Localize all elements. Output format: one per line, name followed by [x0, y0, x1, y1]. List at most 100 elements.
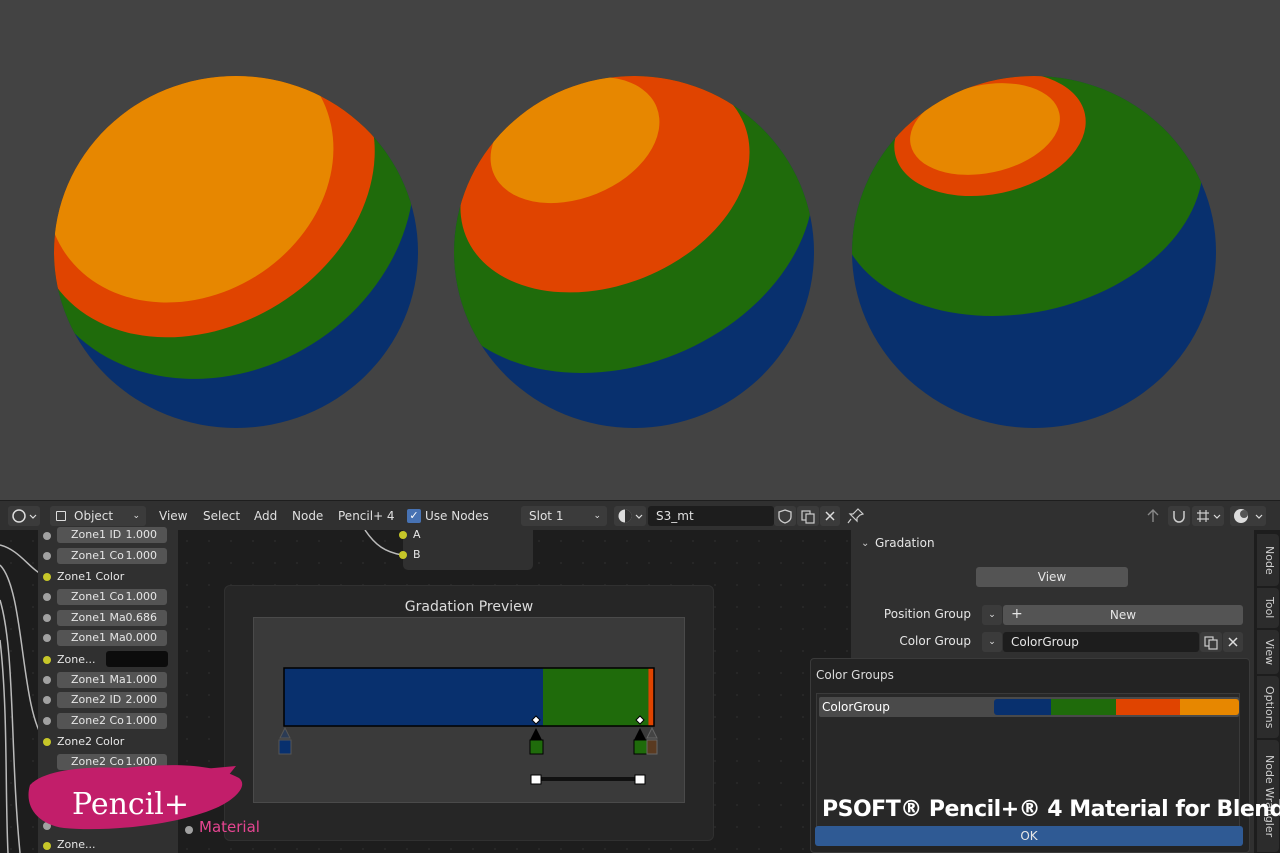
- gradation-panel-title[interactable]: Gradation: [875, 536, 935, 550]
- input-socket[interactable]: [43, 552, 51, 560]
- ramp-band-2: [648, 668, 654, 726]
- field-label: Zone1 Ma: [71, 673, 126, 686]
- use-nodes-checkbox[interactable]: ✓: [407, 509, 421, 523]
- swatch-orange: [1179, 699, 1239, 715]
- field-value: 2.000: [125, 693, 158, 706]
- position-group-new-button[interactable]: + New: [1003, 605, 1243, 625]
- view-button[interactable]: View: [976, 567, 1128, 587]
- position-group-browse[interactable]: ⌄: [982, 605, 1002, 625]
- magnet-icon: [1173, 511, 1185, 523]
- zone1-id-field[interactable]: Zone1 ID 1.000: [57, 527, 167, 543]
- color-group-item[interactable]: ColorGroup: [819, 697, 1239, 717]
- sphere-1: [54, 76, 418, 428]
- grid-icon: [1197, 510, 1221, 522]
- close-icon: [825, 511, 835, 521]
- material-sphere-icon: [618, 509, 643, 523]
- menu-select[interactable]: Select: [203, 508, 240, 524]
- input-b-label: B: [413, 548, 421, 561]
- input-socket[interactable]: [43, 614, 51, 622]
- color-socket[interactable]: [43, 573, 51, 581]
- copy-icon: [1204, 636, 1218, 650]
- input-a-label: A: [413, 528, 421, 541]
- zone1-ma-field[interactable]: Zone1 Ma 1.000: [57, 672, 167, 688]
- color-group-browse[interactable]: ⌄: [982, 632, 1002, 652]
- snap-mode-select[interactable]: [1192, 506, 1224, 526]
- mix-node[interactable]: [403, 528, 533, 570]
- field-value: 1.000: [125, 714, 158, 727]
- gradation-preview-title: Gradation Preview: [404, 599, 534, 615]
- editor-type-icon: [12, 509, 37, 523]
- snap-toggle[interactable]: [1168, 506, 1190, 526]
- material-browse-button[interactable]: [614, 506, 646, 526]
- zone2-id-field[interactable]: Zone2 ID 2.000: [57, 692, 167, 708]
- swatch-green: [1051, 699, 1116, 715]
- unlink-button[interactable]: [820, 506, 840, 526]
- pin-icon[interactable]: [846, 507, 866, 525]
- close-icon: [1228, 637, 1238, 647]
- ramp-stop-1[interactable]: [278, 726, 292, 755]
- field-value: 1.000: [125, 673, 158, 686]
- slot-select[interactable]: Slot 1 ⌄: [521, 506, 607, 526]
- input-socket[interactable]: [43, 634, 51, 642]
- range-slider[interactable]: [530, 774, 646, 785]
- tab-node[interactable]: Node: [1257, 534, 1279, 586]
- color-group-copy-button[interactable]: [1200, 632, 1222, 652]
- zone1-co-field[interactable]: Zone1 Co 1.000: [57, 589, 167, 605]
- input-socket[interactable]: [43, 676, 51, 684]
- input-socket[interactable]: [43, 593, 51, 601]
- parent-node-tree-button[interactable]: [1142, 506, 1164, 526]
- color-socket[interactable]: [43, 842, 51, 850]
- input-socket[interactable]: [43, 717, 51, 725]
- tab-node-wrangler[interactable]: Node Wrangler: [1257, 740, 1279, 852]
- tab-view[interactable]: View: [1257, 630, 1279, 674]
- overlay-toggle[interactable]: [1230, 506, 1266, 526]
- chevron-down-icon: ⌄: [988, 637, 996, 647]
- field-value: 1.000: [125, 549, 158, 562]
- ok-button[interactable]: OK: [815, 826, 1243, 846]
- input-socket[interactable]: [43, 696, 51, 704]
- field-value: 1.000: [125, 528, 158, 541]
- zone1-co-field[interactable]: Zone1 Co 1.000: [57, 548, 167, 564]
- input-socket-b[interactable]: [399, 551, 407, 559]
- gradation-ramp[interactable]: [270, 660, 670, 800]
- color-socket[interactable]: [43, 656, 51, 664]
- swatch-blue: [994, 699, 1052, 715]
- color-group-field[interactable]: ColorGroup: [1003, 632, 1199, 652]
- copy-icon: [801, 510, 815, 524]
- chevron-down-icon: ⌄: [988, 610, 996, 620]
- input-socket-a[interactable]: [399, 531, 407, 539]
- swatch-red: [1115, 699, 1180, 715]
- field-value: 1.000: [125, 590, 158, 603]
- mode-label: Object: [74, 509, 114, 523]
- zone2-co-field[interactable]: Zone2 Co 1.000: [57, 713, 167, 729]
- collapse-icon[interactable]: ⌄: [861, 538, 869, 549]
- zone1-ma-field[interactable]: Zone1 Ma 0.686: [57, 610, 167, 626]
- zone1-ma-field[interactable]: Zone1 Ma 0.000: [57, 630, 167, 646]
- watermark-text: PSOFT® Pencil+® 4 Material for Blender: [822, 797, 1280, 822]
- sphere-2: [454, 76, 814, 428]
- color-group-value: ColorGroup: [1011, 635, 1079, 649]
- menu-pencil[interactable]: Pencil+ 4: [338, 508, 395, 524]
- fake-user-button[interactable]: [774, 506, 796, 526]
- zone1-color-label: Zone1 Color: [57, 570, 125, 583]
- field-label: Zone1 ID: [71, 528, 122, 541]
- zone-color-label: Zone...: [57, 653, 96, 666]
- menu-node[interactable]: Node: [292, 508, 323, 524]
- menu-add[interactable]: Add: [254, 508, 277, 524]
- color-socket[interactable]: [43, 738, 51, 746]
- editor-type-button[interactable]: [8, 506, 40, 526]
- field-label: Zone1 Ma: [71, 631, 126, 644]
- duplicate-button[interactable]: [797, 506, 819, 526]
- shield-icon: [778, 509, 792, 524]
- material-name-field[interactable]: S3_mt: [648, 506, 774, 526]
- chevron-down-icon: ⌄: [132, 511, 140, 521]
- tab-options[interactable]: Options: [1257, 676, 1279, 738]
- mode-select[interactable]: Object ⌄: [50, 506, 146, 526]
- color-swatch[interactable]: [106, 651, 168, 667]
- tab-tool[interactable]: Tool: [1257, 588, 1279, 628]
- color-group-clear-button[interactable]: [1223, 632, 1243, 652]
- input-socket[interactable]: [43, 532, 51, 540]
- 3d-viewport[interactable]: [0, 0, 1280, 500]
- ramp-band-0: [284, 668, 543, 726]
- menu-view[interactable]: View: [159, 508, 187, 524]
